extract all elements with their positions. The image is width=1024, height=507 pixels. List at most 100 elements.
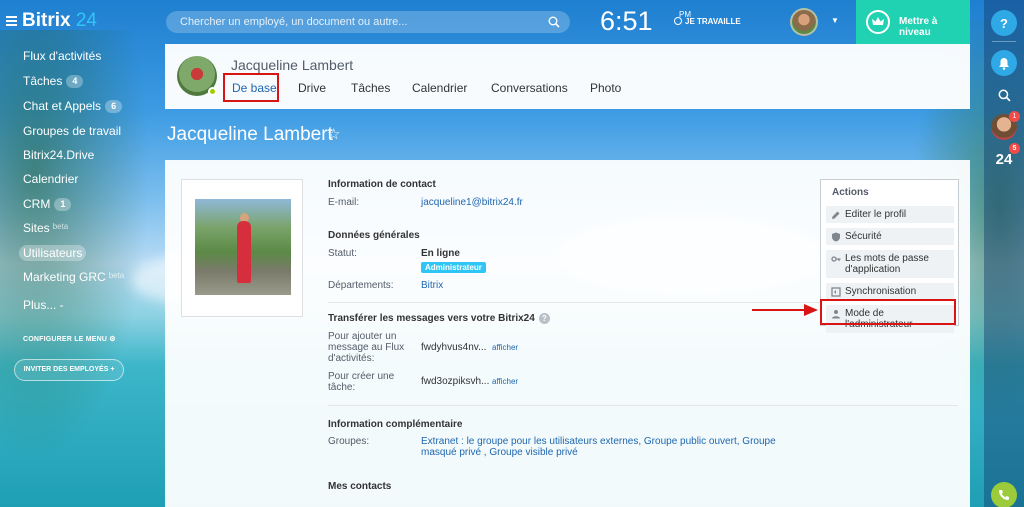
menu-count-badge: 6 — [105, 100, 123, 113]
task-label: Pour créer une tâche: — [328, 371, 395, 393]
email-label: E-mail: — [328, 197, 360, 208]
extra-section-title: Information complémentaire — [328, 419, 463, 430]
department-link[interactable]: Bitrix — [421, 280, 443, 291]
section-divider — [328, 405, 958, 406]
status-value: En ligne — [421, 248, 460, 259]
security-action[interactable]: Sécurité — [826, 228, 954, 245]
menu-item-label: Marketing GRC — [23, 270, 106, 284]
menu-item-label: Calendrier — [23, 172, 79, 186]
menu-item-sites[interactable]: Sites beta — [23, 221, 68, 235]
menu-item-tasks[interactable]: Tâches 4 — [23, 74, 84, 88]
notification-badge: 5 — [1009, 143, 1020, 154]
status-label: Statut: — [328, 248, 357, 259]
beta-label: beta — [52, 222, 69, 231]
menu-item-label: Tâches — [23, 74, 63, 88]
pencil-icon — [832, 211, 840, 219]
menu-item-activity-feed[interactable]: Flux d'activités — [23, 49, 101, 63]
menu-item-chat[interactable]: Chat et Appels 6 — [23, 99, 123, 113]
show-feed-code-link[interactable]: afficher — [492, 343, 518, 352]
menu-burger-icon[interactable] — [6, 16, 17, 28]
photo-person — [237, 221, 251, 283]
action-label: Synchronisation — [845, 286, 917, 297]
general-section-title: Données générales — [328, 230, 420, 241]
menu-item-workgroups[interactable]: Groupes de travail — [23, 124, 121, 138]
tab-highlight-box — [223, 73, 279, 102]
bell-icon[interactable] — [991, 50, 1017, 76]
transfer-section-title: Transférer les messages vers votre Bitri… — [328, 313, 550, 324]
online-status-dot — [208, 87, 217, 96]
notification-badge: 1 — [1009, 111, 1020, 122]
profile-photo[interactable] — [195, 199, 291, 295]
admin-badge: Administrateur — [421, 262, 486, 273]
tab-conversations[interactable]: Conversations — [491, 81, 568, 95]
menu-item-label: CRM — [23, 197, 51, 211]
groups-label: Groupes: — [328, 436, 370, 447]
menu-item-label: Utilisateurs — [23, 246, 83, 260]
actions-title: Actions — [832, 187, 869, 198]
configure-menu-button[interactable]: CONFIGURER LE MENU ⚙ — [23, 335, 116, 343]
help-icon[interactable]: ? — [538, 313, 550, 324]
invite-employees-button[interactable]: INVITER DES EMPLOYÉS + — [14, 359, 124, 381]
show-task-code-link[interactable]: afficher — [492, 377, 518, 386]
key-icon — [831, 256, 841, 262]
gear-icon: ⚙ — [109, 336, 116, 343]
clock-time[interactable]: 6:51 — [600, 6, 653, 37]
department-label: Départements: — [328, 280, 394, 291]
star-icon[interactable]: ☆ — [327, 125, 340, 143]
action-label: Sécurité — [845, 231, 882, 242]
menu-item-users[interactable]: Utilisateurs — [19, 245, 87, 261]
menu-item-more[interactable]: Plus... - — [23, 298, 64, 312]
crown-icon — [866, 10, 890, 34]
contact-section-title: Information de contact — [328, 179, 436, 190]
upgrade-label: Mettre à niveau — [899, 16, 938, 38]
menu-item-crm[interactable]: CRM 1 — [23, 197, 72, 211]
menu-item-label: Chat et Appels — [23, 99, 102, 113]
contact-avatar[interactable]: 1 — [991, 111, 1020, 140]
bitrix24-chat-icon[interactable]: 24 5 — [991, 143, 1020, 172]
menu-count-badge: 4 — [66, 75, 84, 88]
phone-icon[interactable] — [991, 482, 1017, 507]
app-logo[interactable]: Bitrix 24 — [22, 10, 97, 32]
search-icon[interactable] — [548, 16, 560, 28]
tab-drive[interactable]: Drive — [298, 81, 326, 95]
work-status-label: JE TRAVAILLE — [685, 17, 741, 26]
email-link[interactable]: jacqueline1@bitrix24.fr — [421, 197, 523, 208]
configure-label: CONFIGURER LE MENU — [23, 336, 108, 343]
logo-number: 24 — [75, 10, 97, 31]
search-input[interactable]: Chercher un employé, un document ou autr… — [166, 11, 570, 33]
page-title: Jacqueline Lambert — [167, 124, 333, 145]
work-status-icon — [674, 17, 682, 25]
menu-item-marketing[interactable]: Marketing GRC beta — [23, 270, 124, 284]
tab-photo[interactable]: Photo — [590, 81, 621, 95]
tab-calendar[interactable]: Calendrier — [412, 81, 467, 95]
menu-count-badge: 1 — [54, 198, 72, 211]
upgrade-button[interactable]: Mettre à niveau — [856, 0, 970, 44]
profile-card: Information de contact E-mail: jacquelin… — [165, 160, 970, 507]
plus-icon: + — [110, 366, 115, 373]
search-placeholder: Chercher un employé, un document ou autr… — [180, 16, 408, 28]
chevron-down-icon[interactable]: ▼ — [831, 16, 839, 25]
edit-profile-action[interactable]: Editer le profil — [826, 206, 954, 223]
contacts-section-title: Mes contacts — [328, 481, 392, 492]
invite-label: INVITER DES EMPLOYÉS — [23, 366, 109, 373]
admin-mode-highlight-box — [820, 299, 956, 325]
search-icon[interactable] — [991, 82, 1017, 108]
feed-code: fwdyhvus4nv... — [421, 342, 487, 353]
profile-name: Jacqueline Lambert — [231, 57, 354, 73]
tab-tasks[interactable]: Tâches — [351, 81, 390, 95]
rail-divider — [992, 41, 1016, 42]
help-button[interactable]: ? — [991, 10, 1017, 36]
red-arrow-icon — [752, 304, 818, 316]
menu-item-calendar[interactable]: Calendrier — [23, 172, 78, 186]
sync-action[interactable]: Synchronisation — [826, 283, 954, 300]
groups-links[interactable]: Extranet : le groupe pour les utilisateu… — [421, 436, 811, 458]
feed-label: Pour ajouter un message au Flux d'activi… — [328, 331, 405, 364]
app-passwords-action[interactable]: Les mots de passe d'application — [826, 250, 954, 278]
user-avatar[interactable] — [790, 8, 818, 36]
menu-item-label: Plus... - — [23, 298, 64, 312]
right-rail: ? 1 24 5 — [984, 0, 1024, 507]
action-label: Les mots de passe d'application — [845, 253, 929, 275]
menu-item-label: Bitrix24.Drive — [23, 148, 95, 162]
menu-item-drive[interactable]: Bitrix24.Drive — [23, 148, 94, 162]
work-status[interactable]: JE TRAVAILLE — [674, 17, 741, 26]
